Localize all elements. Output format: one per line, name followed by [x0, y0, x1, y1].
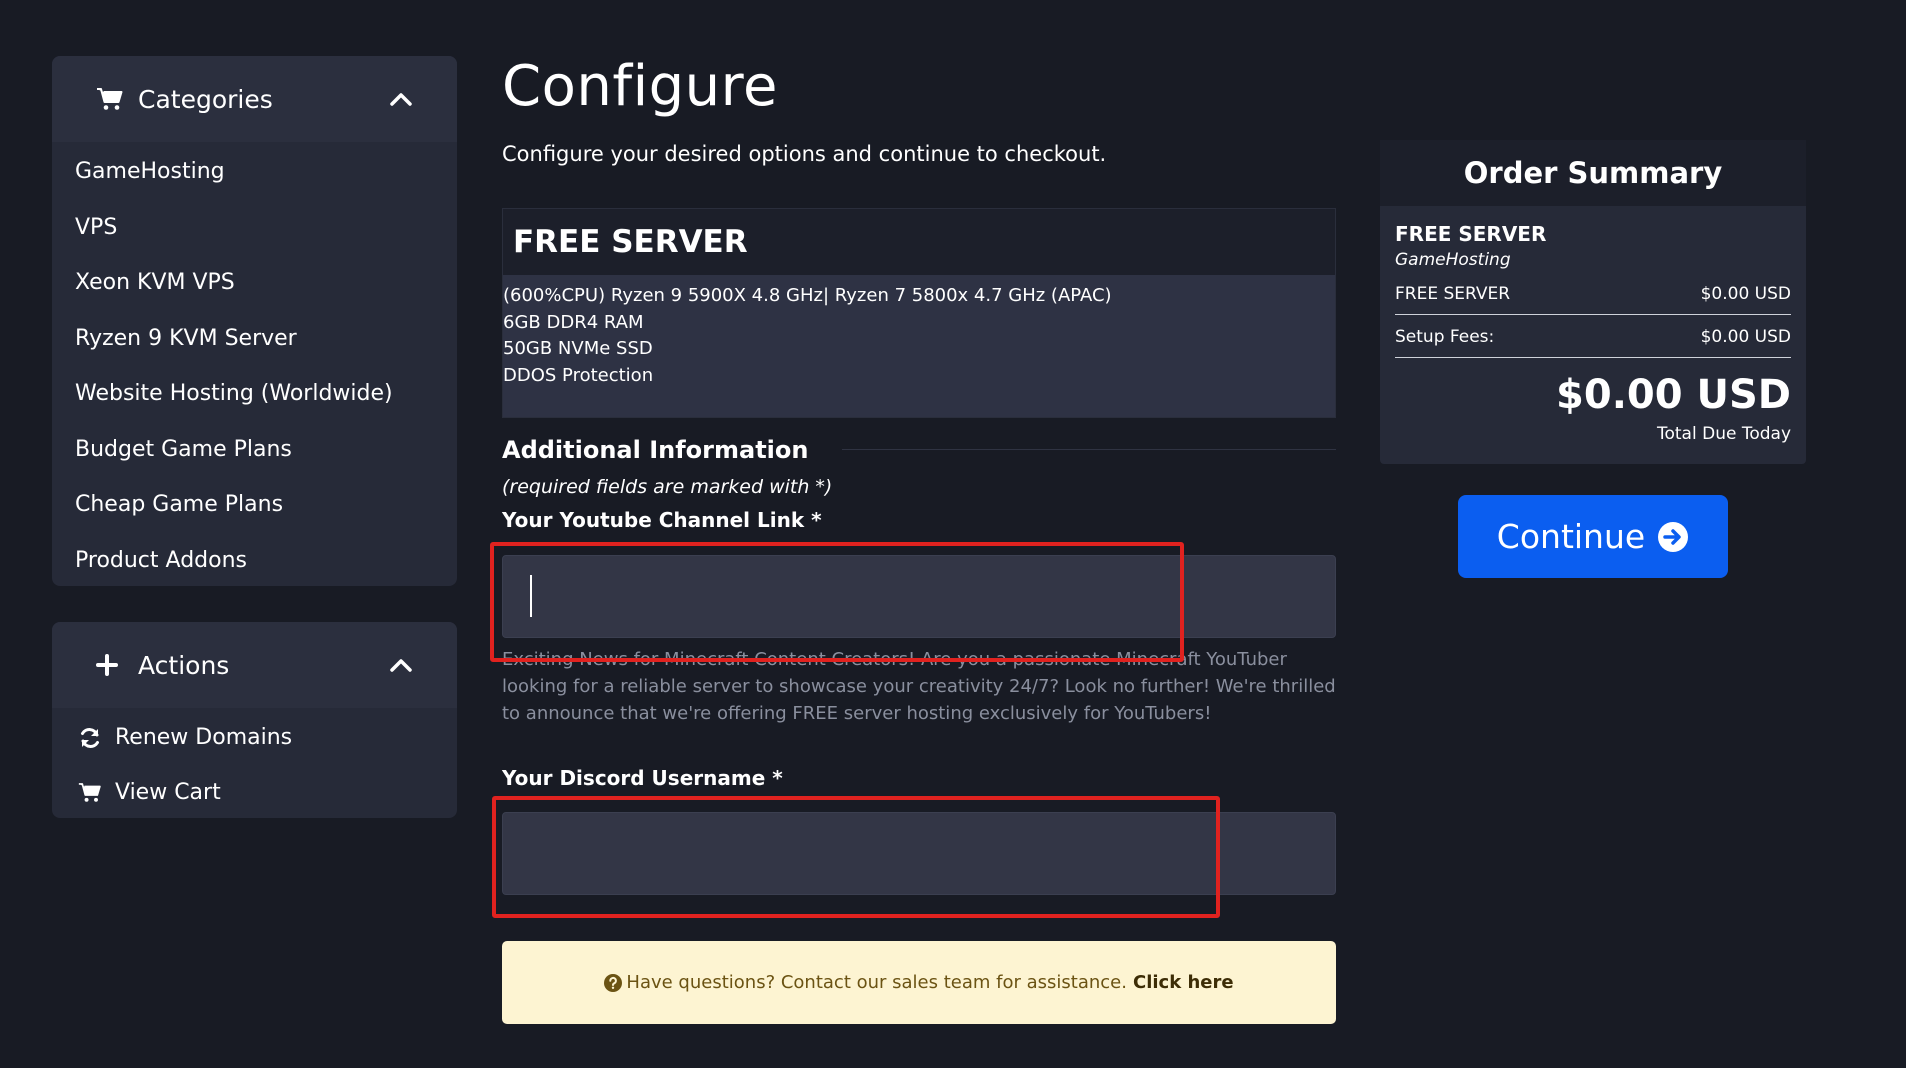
youtube-link-label: Your Youtube Channel Link * [502, 508, 822, 532]
category-item[interactable]: GameHosting [52, 144, 457, 200]
page-subtitle: Configure your desired options and conti… [502, 142, 1107, 166]
plus-icon [96, 651, 124, 679]
category-item[interactable]: VPS [52, 200, 457, 256]
total-amount: $0.00 USD [1556, 372, 1791, 418]
refresh-icon [77, 725, 103, 751]
product-info-box: FREE SERVER (600%CPU) Ryzen 9 5900X 4.8 … [502, 208, 1336, 418]
additional-info-title: Additional Information [502, 436, 809, 464]
discord-username-label: Your Discord Username * [502, 766, 783, 790]
line-item-label: FREE SERVER [1395, 284, 1511, 304]
category-item[interactable]: Cheap Game Plans [52, 477, 457, 533]
summary-product-category: GameHosting [1395, 250, 1511, 270]
product-feature: 50GB NVMe SSD [503, 338, 653, 359]
categories-header[interactable]: Categories [52, 56, 457, 142]
setup-fees-label: Setup Fees: [1395, 327, 1495, 347]
cart-icon [96, 85, 124, 113]
actions-panel: Actions Renew Domains View Cart [52, 622, 457, 818]
category-item[interactable]: Product Addons [52, 533, 457, 587]
actions-list: Renew Domains View Cart [52, 708, 457, 818]
action-view-cart[interactable]: View Cart [52, 765, 457, 818]
summary-line-item: FREE SERVER $0.00 USD [1395, 276, 1791, 315]
line-item-price: $0.00 USD [1700, 284, 1791, 304]
notice-text: Have questions? Contact our sales team f… [626, 972, 1127, 993]
section-divider [842, 449, 1336, 450]
category-item[interactable]: Website Hosting (Worldwide) [52, 366, 457, 422]
categories-panel: Categories GameHosting VPS Xeon KVM VPS … [52, 56, 457, 586]
product-feature: (600%CPU) Ryzen 9 5900X 4.8 GHz| Ryzen 7… [503, 285, 1112, 306]
setup-fees-price: $0.00 USD [1700, 327, 1791, 347]
category-item[interactable]: Ryzen 9 KVM Server [52, 311, 457, 367]
product-features: (600%CPU) Ryzen 9 5900X 4.8 GHz| Ryzen 7… [503, 275, 1335, 389]
action-label: View Cart [115, 780, 221, 805]
category-item[interactable]: Budget Game Plans [52, 422, 457, 478]
sales-notice: Have questions? Contact our sales team f… [502, 941, 1336, 1024]
action-label: Renew Domains [115, 725, 293, 750]
categories-list: GameHosting VPS Xeon KVM VPS Ryzen 9 KVM… [52, 142, 457, 586]
category-item[interactable]: Xeon KVM VPS [52, 255, 457, 311]
summary-setup-fees: Setup Fees: $0.00 USD [1395, 315, 1791, 358]
product-feature: 6GB DDR4 RAM [503, 311, 644, 333]
chevron-up-icon[interactable] [389, 653, 413, 677]
order-summary-title: Order Summary [1380, 140, 1806, 206]
summary-product-name: FREE SERVER [1395, 222, 1547, 246]
action-renew-domains[interactable]: Renew Domains [52, 710, 457, 765]
highlight-box-discord [492, 796, 1220, 918]
order-summary-body: FREE SERVER GameHosting FREE SERVER $0.0… [1380, 206, 1806, 444]
total-due-label: Total Due Today [1657, 424, 1791, 444]
page-title: Configure [502, 54, 778, 119]
chevron-up-icon[interactable] [389, 87, 413, 111]
product-feature: DDOS Protection [503, 364, 654, 386]
categories-title: Categories [138, 84, 273, 114]
arrow-circle-right-icon [1657, 521, 1689, 553]
cart-icon [77, 780, 103, 806]
contact-sales-link[interactable]: Click here [1133, 972, 1234, 993]
continue-label: Continue [1496, 517, 1646, 556]
order-summary: Order Summary FREE SERVER GameHosting FR… [1380, 140, 1806, 464]
product-name: FREE SERVER [503, 209, 1335, 275]
continue-button[interactable]: Continue [1458, 495, 1728, 578]
actions-title: Actions [138, 650, 230, 680]
actions-header[interactable]: Actions [52, 622, 457, 708]
question-circle-icon [604, 973, 623, 992]
highlight-box-youtube [490, 542, 1184, 662]
required-note: (required fields are marked with *) [502, 476, 833, 498]
page: Categories GameHosting VPS Xeon KVM VPS … [0, 0, 1906, 1068]
